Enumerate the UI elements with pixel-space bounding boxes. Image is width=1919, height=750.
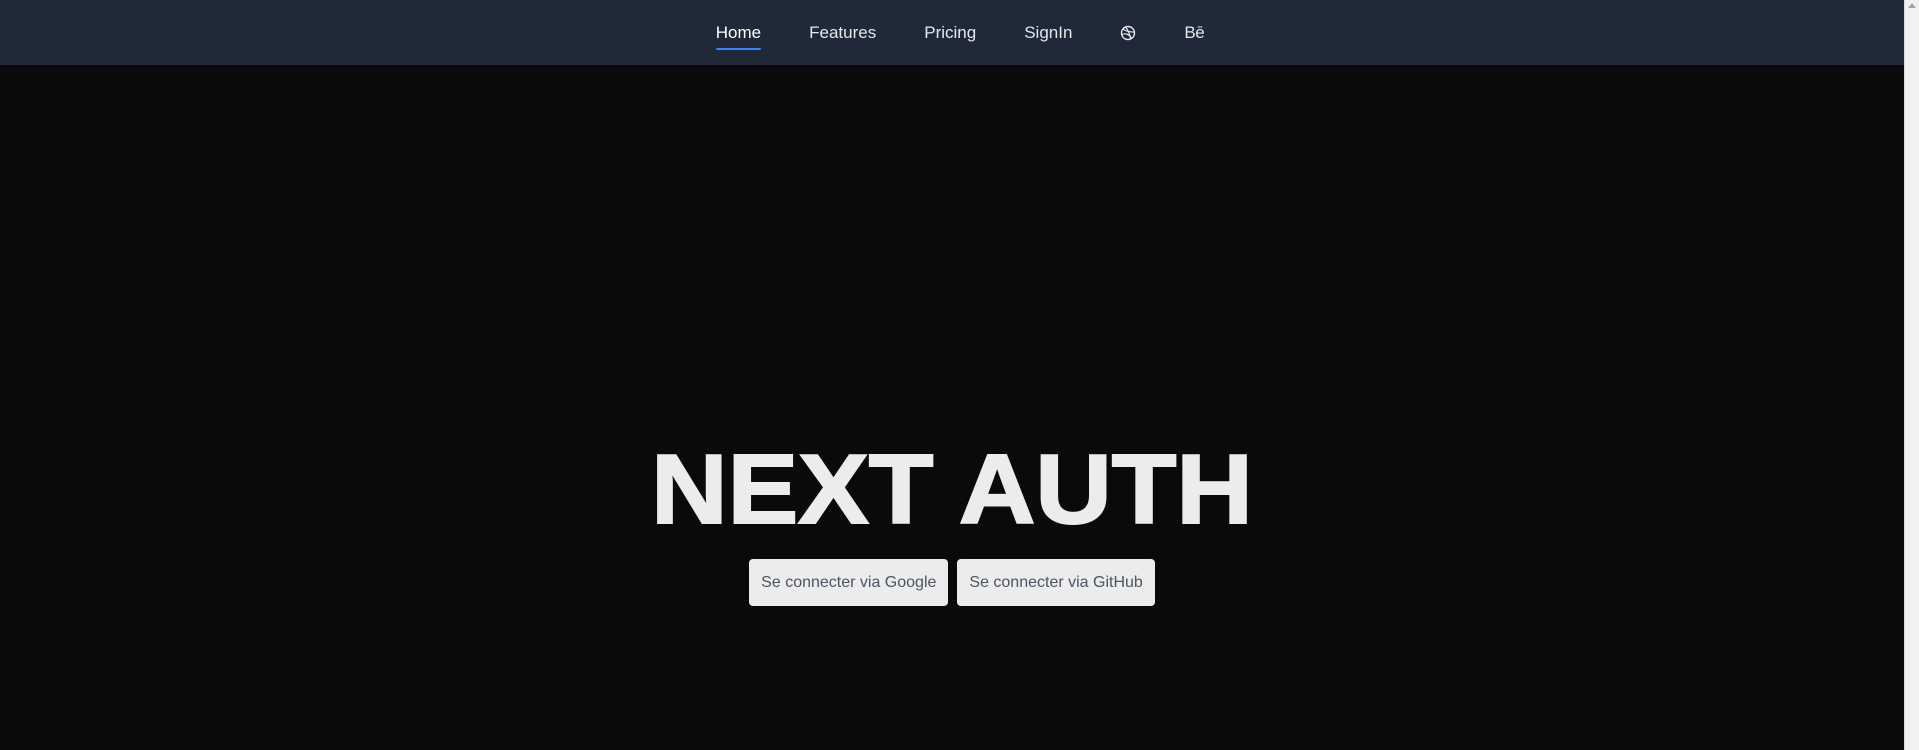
vertical-scrollbar[interactable] [1904,0,1919,750]
dribbble-icon-svg [1121,25,1136,40]
nav-item-home[interactable]: Home [715,15,762,51]
hero-section: NEXT AUTH Se connecter via Google Se con… [0,65,1904,750]
nav-item-signin[interactable]: SignIn [1024,15,1072,51]
scroll-up-arrow-icon[interactable] [1908,3,1916,8]
auth-buttons: Se connecter via Google Se connecter via… [0,559,1904,606]
behance-icon-glyph: Bē [1184,22,1205,42]
page: Home Features Pricing SignIn Bē NEXT AUT… [0,0,1919,750]
top-navbar: Home Features Pricing SignIn Bē [0,0,1904,65]
nav-list: Home Features Pricing SignIn Bē [692,15,1228,51]
google-signin-button[interactable]: Se connecter via Google [749,559,949,606]
hero-title: NEXT AUTH [650,434,1254,544]
dribbble-icon[interactable] [1120,15,1136,51]
behance-icon[interactable]: Bē [1184,15,1204,51]
nav-item-features[interactable]: Features [809,15,876,51]
nav-item-pricing[interactable]: Pricing [924,15,976,51]
github-signin-button[interactable]: Se connecter via GitHub [957,559,1155,606]
